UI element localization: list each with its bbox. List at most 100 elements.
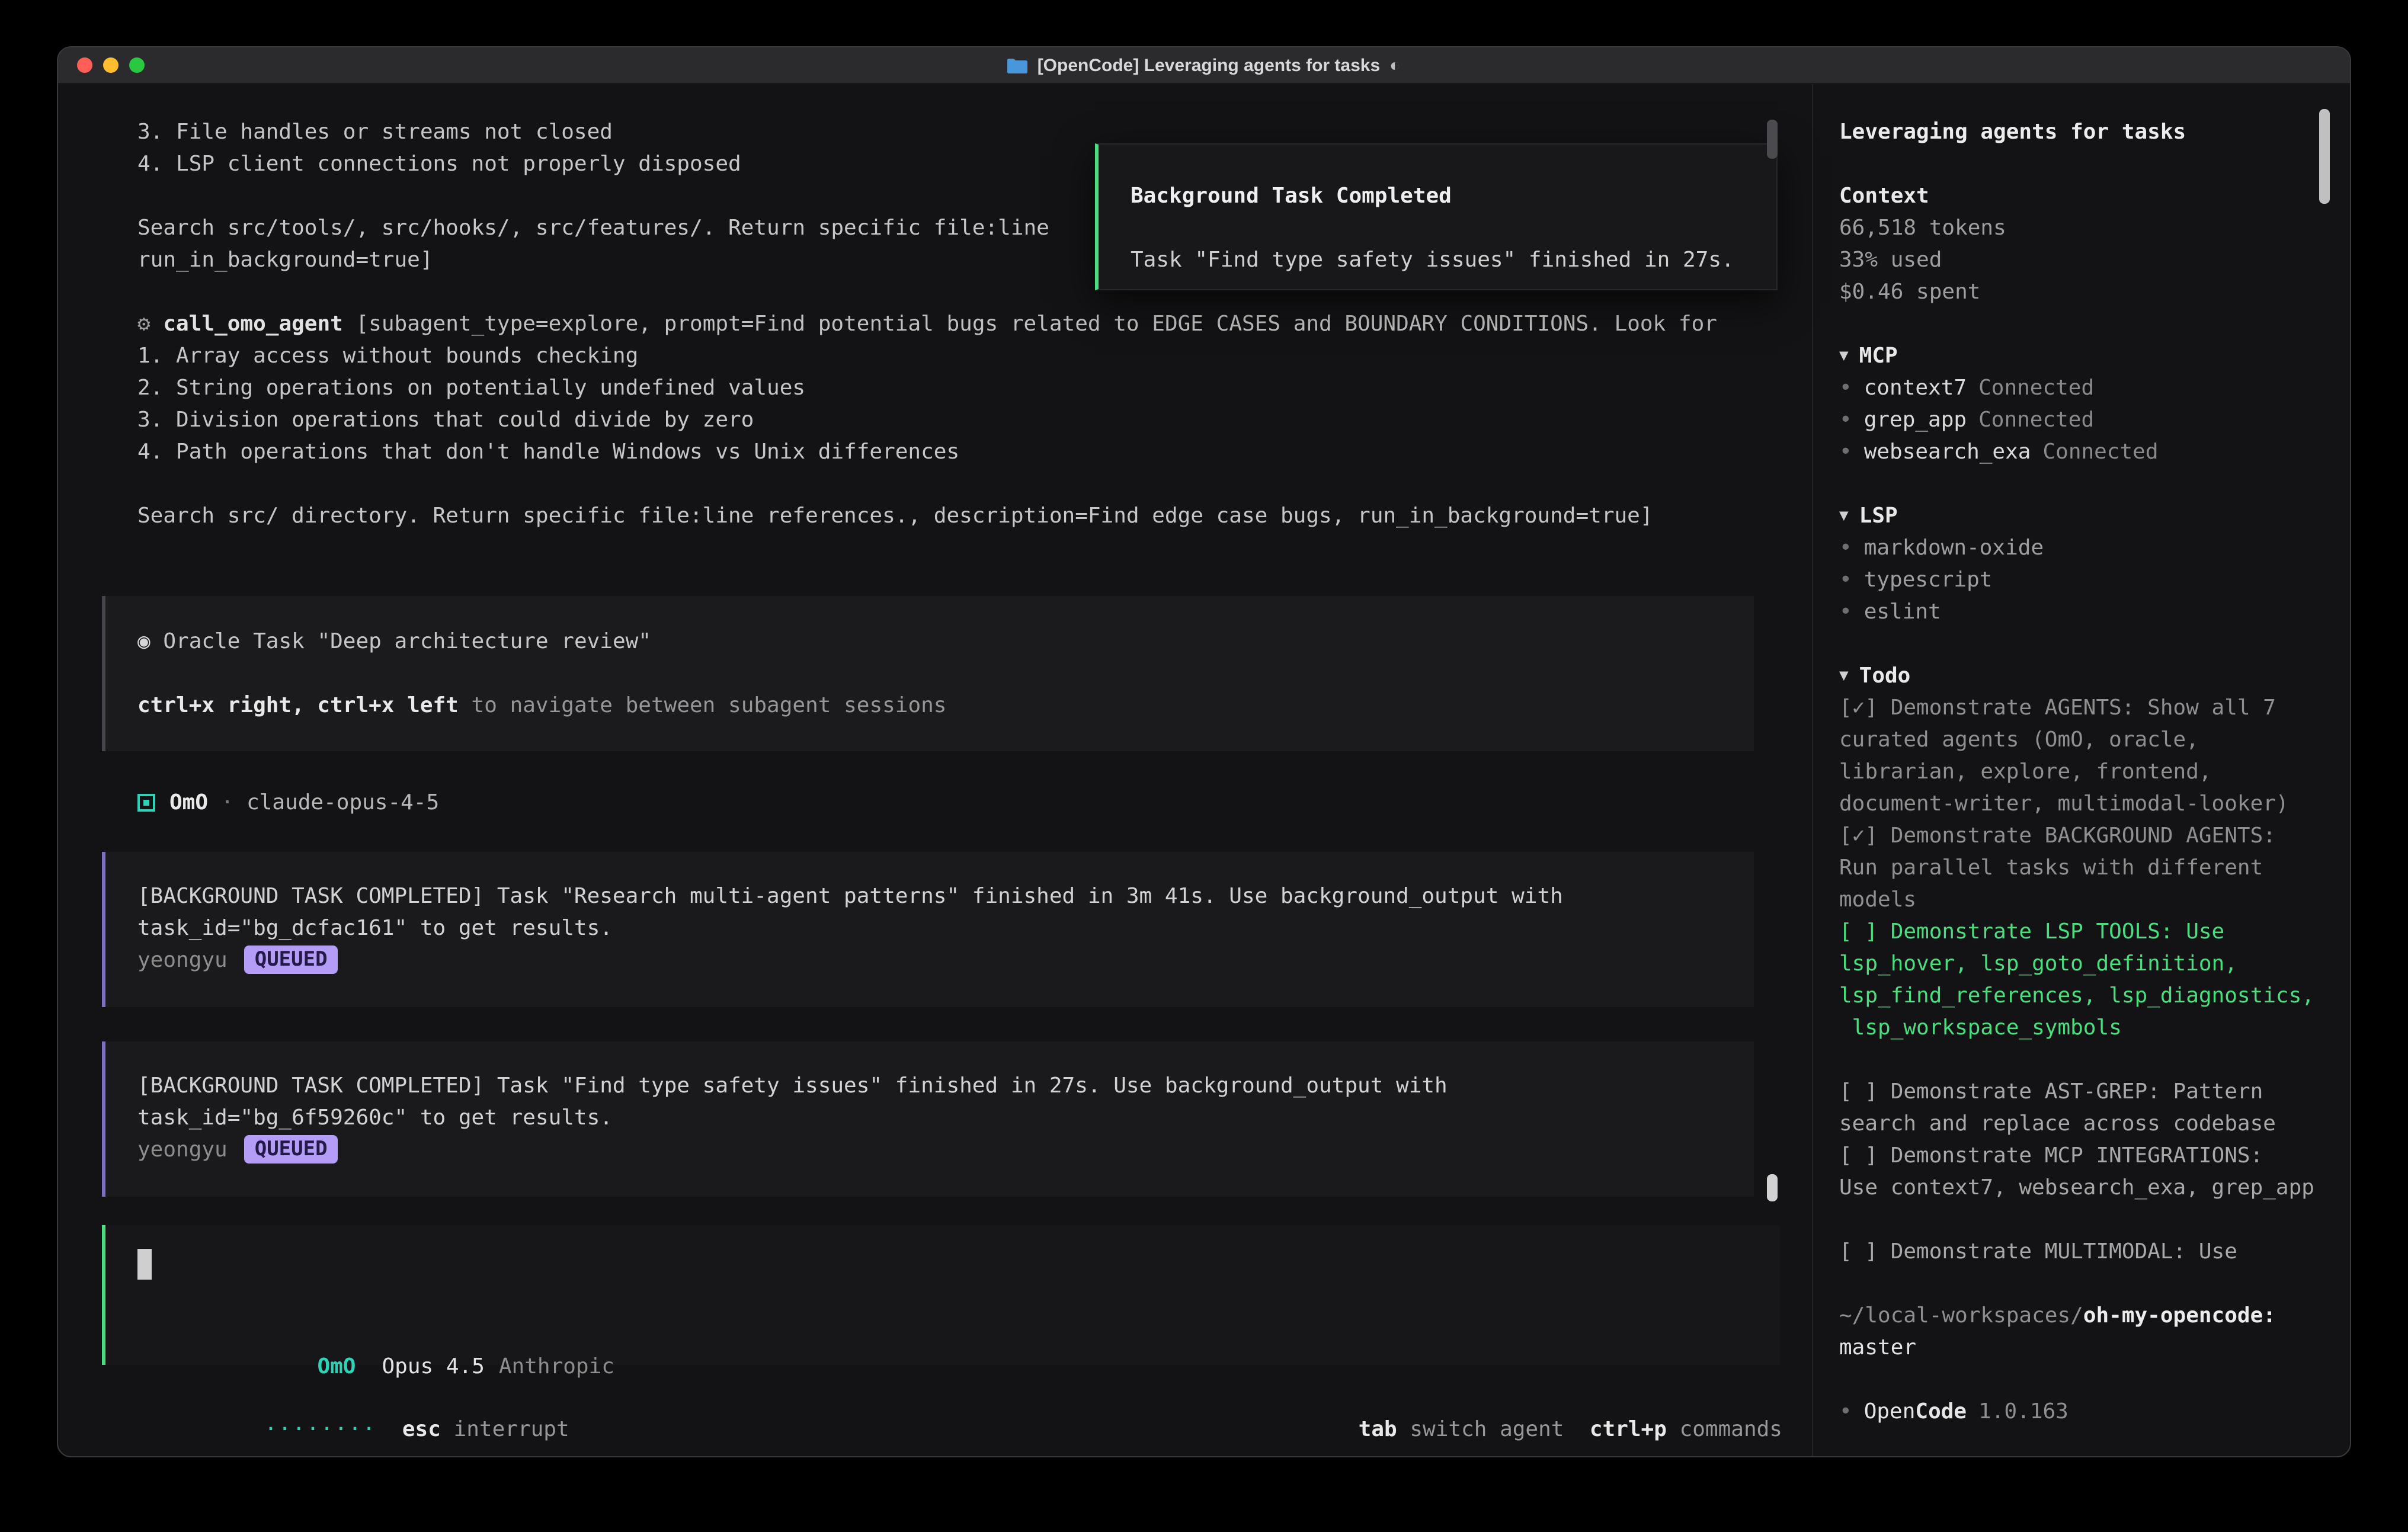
todo-heading-label: Todo [1859, 664, 1911, 688]
app-version: •OpenCode1.0.163 [1839, 1396, 2326, 1428]
half-moon-icon: ◐ [1389, 55, 1400, 75]
lsp-item: • markdown-oxide [1839, 532, 2326, 564]
bullet-icon: • [1839, 376, 1852, 400]
spinner-dots-icon: ········ [264, 1417, 376, 1442]
todo-line: models [1839, 884, 2326, 916]
lsp-item: • eslint [1839, 596, 2326, 628]
todo-line: curated agents (OmO, oracle, [1839, 724, 2326, 756]
omo-agent-icon [137, 794, 155, 812]
provider-label: Anthropic [499, 1354, 614, 1379]
mcp-item-name: grep_app [1864, 408, 1967, 432]
background-task-message: [BACKGROUND TASK COMPLETED] Task "Find t… [102, 1041, 1754, 1197]
tab-key-label: switch agent [1397, 1414, 1564, 1446]
todo-section-header[interactable]: ▼ Todo [1839, 660, 2326, 692]
gear-icon: ⚙ [137, 312, 150, 336]
terminal-line: Search src/ directory. Return specific f… [137, 500, 1812, 532]
status-right: tab switch agent ctrl+p commands [1205, 1382, 1782, 1414]
message-line: task_id="bg_6f59260c" to get results. [137, 1102, 1754, 1134]
queued-badge: QUEUED [244, 1135, 338, 1164]
oracle-panel-hint: ctrl+x right, ctrl+x left to navigate be… [137, 690, 1754, 722]
chat-scrollbar-thumb[interactable] [1767, 120, 1778, 159]
bullet-icon: • [1839, 600, 1852, 624]
lsp-item: •typescript [1839, 564, 2326, 596]
todo-line: [ ] Demonstrate MULTIMODAL: Use [1839, 1236, 2326, 1268]
mcp-item-name: websearch_exa [1864, 440, 2031, 464]
status-bar: ········ esc interrupt tab switch agent … [110, 1382, 1782, 1414]
context-heading: Context [1839, 180, 2326, 212]
minimize-button[interactable] [103, 57, 119, 73]
zoom-button[interactable] [129, 57, 145, 73]
todo-line: Use context7, websearch_exa, grep_app [1839, 1172, 2326, 1204]
workspace-branch: master [1839, 1332, 2326, 1364]
message-line: [BACKGROUND TASK COMPLETED] Task "Resear… [137, 880, 1754, 912]
toast-title: Background Task Completed [1131, 180, 1776, 212]
hint-text: to navigate between subagent sessions [459, 693, 947, 718]
context-used: 33% used [1839, 244, 2326, 276]
bullet-icon: • [1839, 536, 1852, 560]
todo-line: librarian, explore, frontend, [1839, 756, 2326, 788]
mcp-item-status: Connected [2042, 440, 2158, 464]
session-title: Leveraging agents for tasks [1839, 116, 2326, 148]
mcp-item-status: Connected [1978, 408, 2094, 432]
message-line: task_id="bg_dcfac161" to get results. [137, 912, 1754, 944]
fisheye-icon: ◉ [137, 629, 150, 654]
tool-call-line: ⚙ call_omo_agent [subagent_type=explore,… [137, 308, 1812, 340]
message-meta: yeongyuQUEUED [137, 1134, 1754, 1166]
status-left: ········ esc interrupt [110, 1382, 569, 1414]
mcp-item: • websearch_exa Connected [1839, 436, 2326, 468]
chat-scrollbar-thumb-active[interactable] [1767, 1174, 1778, 1201]
message-meta: yeongyuQUEUED [137, 944, 1754, 976]
close-button[interactable] [77, 57, 92, 73]
lsp-item-name: markdown-oxide [1864, 536, 2044, 560]
lsp-item-name: eslint [1864, 600, 1941, 624]
workspace-path-prefix: ~/local-workspaces/ [1839, 1303, 2083, 1328]
terminal-window: [OpenCode] Leveraging agents for tasks ◐… [57, 46, 2351, 1457]
sidebar-scrollbar-thumb[interactable] [2319, 109, 2330, 204]
terminal-line: 1. Array access without bounds checking [137, 340, 1812, 372]
mcp-item: •grep_appConnected [1839, 404, 2326, 436]
tab-key-hint: tab [1359, 1414, 1397, 1446]
todo-line: document-writer, multimodal-looker) [1839, 788, 2326, 820]
queued-badge: QUEUED [244, 946, 338, 974]
commands-key-hint: ctrl+p [1590, 1414, 1667, 1446]
lsp-section-header[interactable]: ▼LSP [1839, 500, 2326, 532]
mcp-section-header[interactable]: ▼MCP [1839, 340, 2326, 372]
toast-notification[interactable]: Background Task Completed Task "Find typ… [1095, 143, 1778, 290]
todo-line: search and replace across codebase [1839, 1108, 2326, 1140]
active-agent-label: OmO [317, 1354, 356, 1379]
bullet-icon: • [1839, 440, 1852, 464]
traffic-lights [77, 57, 145, 73]
window-title-text: [OpenCode] Leveraging agents for tasks [1038, 55, 1380, 75]
todo-line: lsp_find_references, lsp_diagnostics, [1839, 980, 2326, 1012]
chevron-down-icon: ▼ [1839, 660, 1849, 692]
text-cursor [137, 1249, 152, 1280]
session-sidebar: Leveraging agents for tasks Context 66,5… [1812, 84, 2350, 1456]
todo-line: [✓] Demonstrate BACKGROUND AGENTS: [1839, 820, 2326, 852]
todo-line: Run parallel tasks with different [1839, 852, 2326, 884]
todo-line: [ ] Demonstrate LSP TOOLS: Use [1839, 916, 2326, 948]
prompt-input[interactable]: OmOOpus 4.5Anthropic [102, 1225, 1780, 1365]
todo-line: [✓] Demonstrate AGENTS: Show all 7 [1839, 692, 2326, 724]
window-title-folder-icon [1008, 57, 1028, 73]
agent-name: OmO [169, 787, 208, 819]
todo-line [1839, 1044, 2326, 1076]
oracle-subagent-panel: ◉ Oracle Task "Deep architecture review"… [102, 596, 1754, 751]
context-spent: $0.46 spent [1839, 276, 2326, 308]
app-version-number: 1.0.163 [1978, 1399, 2068, 1424]
tool-call-name: call_omo_agent [163, 312, 342, 336]
todo-line: lsp_workspace_symbols [1839, 1012, 2326, 1044]
mcp-heading-label: MCP [1859, 344, 1898, 368]
hint-keys: ctrl+x right, ctrl+x left [137, 693, 459, 718]
mcp-item-status: Connected [1978, 376, 2094, 400]
bullet-icon: • [1839, 568, 1852, 592]
model-label: Opus 4.5 [382, 1354, 484, 1379]
tool-call-args: [subagent_type=explore, prompt=Find pote… [356, 312, 1717, 336]
oracle-task-title: Oracle Task "Deep architecture review" [163, 629, 651, 654]
commands-key-label: commands [1667, 1414, 1782, 1446]
window-title: [OpenCode] Leveraging agents for tasks ◐ [1008, 55, 1401, 75]
model-selector-row[interactable]: OmOOpus 4.5Anthropic [137, 1319, 614, 1351]
oracle-panel-title: ◉ Oracle Task "Deep architecture review" [137, 626, 1754, 658]
window-titlebar[interactable]: [OpenCode] Leveraging agents for tasks ◐ [58, 47, 2350, 84]
chevron-down-icon: ▼ [1839, 500, 1849, 532]
background-task-message: [BACKGROUND TASK COMPLETED] Task "Resear… [102, 852, 1754, 1007]
